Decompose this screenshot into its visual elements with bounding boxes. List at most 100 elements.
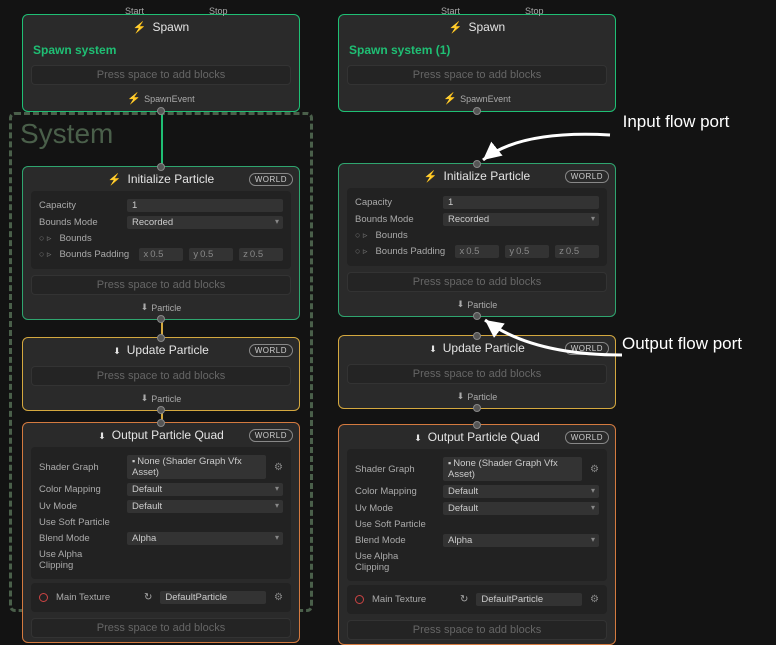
node-header-label: Output Particle Quad [428, 430, 540, 444]
world-badge: WORLD [249, 344, 293, 357]
add-blocks-placeholder[interactable]: Press space to add blocks [31, 366, 291, 386]
arrow-down-icon [141, 302, 149, 313]
output-particle-quad-node[interactable]: Output Particle Quad WORLD Shader Graph … [22, 422, 300, 643]
color-mapping-dropdown[interactable]: Default [443, 485, 599, 498]
node-header-label: Update Particle [127, 343, 209, 357]
add-blocks-placeholder[interactable]: Press space to add blocks [31, 65, 291, 85]
prop-label: Use Alpha Clipping [39, 549, 119, 571]
port-indicator[interactable]: ○ ▹ [39, 233, 51, 244]
prop-label: Blend Mode [355, 535, 435, 546]
prop-label: Capacity [355, 197, 435, 208]
spawn-node[interactable]: Start Stop Spawn Spawn system Press spac… [22, 14, 300, 112]
footer-label: Particle [151, 303, 181, 313]
arrow-down-icon [414, 430, 422, 444]
gear-icon[interactable] [274, 462, 283, 473]
bolt-icon [127, 92, 141, 105]
system-label: System [20, 118, 113, 150]
bolt-icon [108, 172, 122, 186]
arrow-down-icon [457, 391, 465, 402]
add-blocks-placeholder[interactable]: Press space to add blocks [347, 620, 607, 640]
capacity-field[interactable]: 1 [443, 196, 599, 209]
vec3-field: x0.5 y0.5 z0.5 [139, 248, 283, 261]
gear-icon[interactable] [274, 592, 283, 603]
arrow-down-icon [457, 299, 465, 310]
port-indicator[interactable]: ○ ▹ [355, 246, 367, 257]
prop-label: Color Mapping [355, 486, 435, 497]
world-badge: WORLD [249, 429, 293, 442]
prop-label: Shader Graph [355, 464, 435, 475]
annotation-arrow [480, 130, 620, 180]
node-properties: Shader Graph None (Shader Graph Vfx Asse… [31, 447, 291, 579]
output-port[interactable] [473, 107, 481, 115]
port-indicator[interactable]: ○ ▹ [355, 230, 367, 241]
node-properties: Shader Graph None (Shader Graph Vfx Asse… [347, 449, 607, 581]
output-port[interactable] [157, 315, 165, 323]
node-properties: Capacity 1 Bounds Mode Recorded ○ ▹ Boun… [31, 191, 291, 269]
add-blocks-placeholder[interactable]: Press space to add blocks [347, 65, 607, 85]
add-blocks-placeholder[interactable]: Press space to add blocks [347, 364, 607, 384]
add-blocks-placeholder[interactable]: Press space to add blocks [31, 618, 291, 638]
reset-icon[interactable] [144, 592, 152, 603]
main-texture-field[interactable]: DefaultParticle [476, 593, 582, 606]
node-header-label: Initialize Particle [128, 172, 215, 186]
node-properties: Main Texture DefaultParticle [31, 583, 291, 612]
update-particle-node[interactable]: Update Particle WORLD Press space to add… [22, 337, 300, 411]
initialize-particle-node[interactable]: Initialize Particle WORLD Capacity 1 Bou… [338, 163, 616, 317]
bolt-icon [443, 92, 457, 105]
port-ring-icon[interactable] [355, 595, 364, 604]
add-blocks-placeholder[interactable]: Press space to add blocks [347, 272, 607, 292]
shader-graph-field[interactable]: None (Shader Graph Vfx Asset) [443, 457, 582, 481]
node-graph-canvas[interactable]: System Start Stop Spawn Spawn system Pre… [0, 0, 776, 627]
prop-label: Capacity [39, 200, 119, 211]
output-port[interactable] [157, 107, 165, 115]
arrow-down-icon [141, 393, 149, 404]
node-header-label: Output Particle Quad [112, 428, 224, 442]
output-port[interactable] [157, 406, 165, 414]
reset-icon[interactable] [460, 594, 468, 605]
node-header: Output Particle Quad WORLD [23, 423, 299, 447]
prop-label: Use Soft Particle [39, 517, 119, 528]
prop-label: Bounds [375, 230, 455, 241]
gear-icon[interactable] [590, 594, 599, 605]
output-particle-quad-node[interactable]: Output Particle Quad WORLD Shader Graph … [338, 424, 616, 645]
prop-label: Color Mapping [39, 484, 119, 495]
footer-label: Particle [467, 392, 497, 402]
node-header-label: Spawn [153, 20, 190, 34]
prop-label: Use Soft Particle [355, 519, 435, 530]
prop-label: Blend Mode [39, 533, 119, 544]
output-port[interactable] [473, 404, 481, 412]
output-port[interactable] [473, 312, 481, 320]
uv-mode-dropdown[interactable]: Default [127, 500, 283, 513]
node-header: Spawn [339, 15, 615, 39]
vec3-field: x0.5 y0.5 z0.5 [455, 245, 599, 258]
node-header-label: Spawn [469, 20, 506, 34]
initialize-particle-node[interactable]: Initialize Particle WORLD Capacity 1 Bou… [22, 166, 300, 320]
footer-label: SpawnEvent [460, 94, 511, 104]
footer-label: SpawnEvent [144, 94, 195, 104]
prop-label: Main Texture [372, 594, 452, 605]
add-blocks-placeholder[interactable]: Press space to add blocks [31, 275, 291, 295]
bounds-mode-dropdown[interactable]: Recorded [443, 213, 599, 226]
spawn-node[interactable]: Start Stop Spawn Spawn system (1) Press … [338, 14, 616, 112]
blend-mode-dropdown[interactable]: Alpha [127, 532, 283, 545]
port-ring-icon[interactable] [39, 593, 48, 602]
capacity-field[interactable]: 1 [127, 199, 283, 212]
footer-label: Particle [467, 300, 497, 310]
prop-label: Main Texture [56, 592, 136, 603]
node-title: Spawn system (1) [339, 39, 615, 61]
port-indicator[interactable]: ○ ▹ [39, 249, 51, 260]
world-badge: WORLD [565, 431, 609, 444]
main-texture-field[interactable]: DefaultParticle [160, 591, 266, 604]
shader-graph-field[interactable]: None (Shader Graph Vfx Asset) [127, 455, 266, 479]
gear-icon[interactable] [590, 464, 599, 475]
color-mapping-dropdown[interactable]: Default [127, 483, 283, 496]
uv-mode-dropdown[interactable]: Default [443, 502, 599, 515]
prop-label: Uv Mode [355, 503, 435, 514]
annotation-input-flow: Input flow port [616, 112, 736, 132]
blend-mode-dropdown[interactable]: Alpha [443, 534, 599, 547]
prop-label: Bounds [59, 233, 139, 244]
bounds-mode-dropdown[interactable]: Recorded [127, 216, 283, 229]
prop-label: Bounds Mode [39, 217, 119, 228]
bolt-icon [449, 20, 463, 34]
annotation-arrow [482, 315, 632, 365]
